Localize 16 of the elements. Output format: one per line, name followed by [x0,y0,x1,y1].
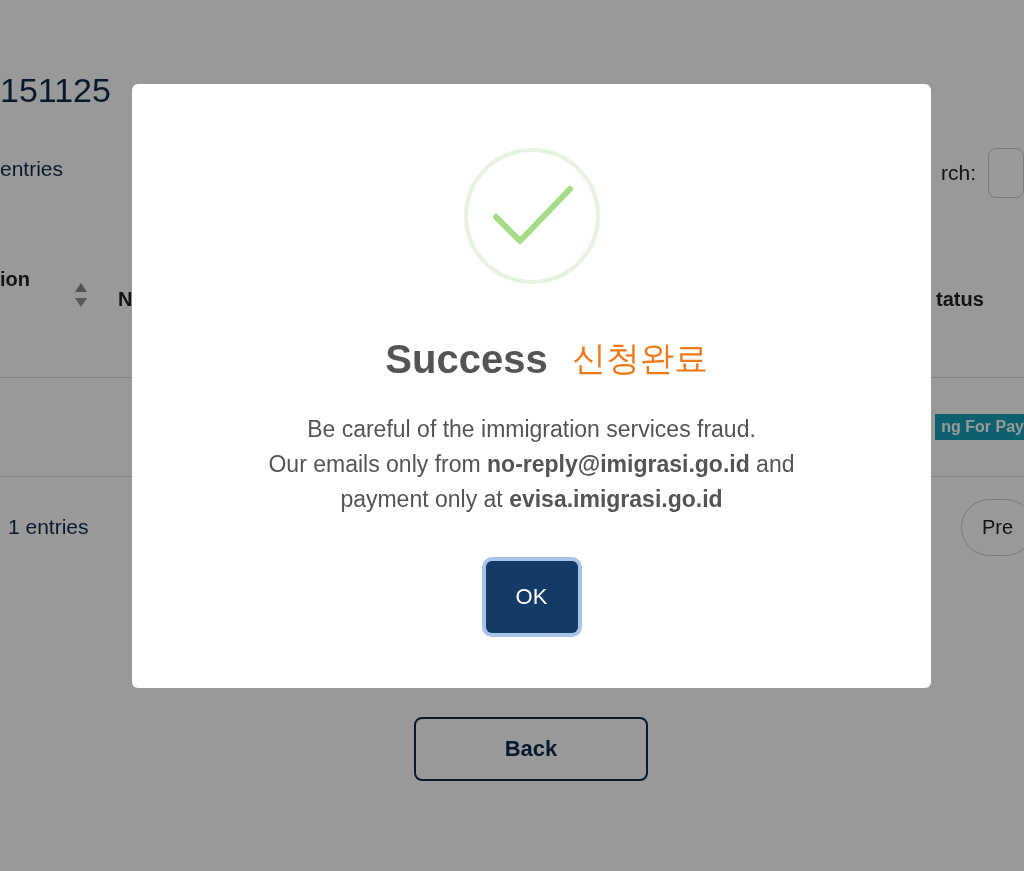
dialog-message: Be careful of the immigration services fraud. Our emails only from no-reply@imigrasi.go.id and payment only at evisa.imigrasi.go.id [268,415,795,514]
dialog-title: Success [385,336,548,382]
page-title: 151125 [0,70,112,111]
search-label: rch: [941,161,976,185]
entries-info: 1 entries [7,515,89,539]
column-header[interactable]: tatus [936,288,984,311]
search-field[interactable] [988,148,1024,198]
column-header[interactable]: ion [0,268,30,291]
sort-icon[interactable] [74,282,88,308]
checkmark-icon [461,146,602,286]
handwritten-annotation: 신청완료 [571,338,708,379]
back-button[interactable]: Back [414,717,648,781]
entries-label: entries [0,157,64,181]
column-header[interactable]: N [118,288,133,311]
previous-button[interactable]: Pre [960,498,1024,556]
status-badge: ng For Pay [935,414,1024,440]
